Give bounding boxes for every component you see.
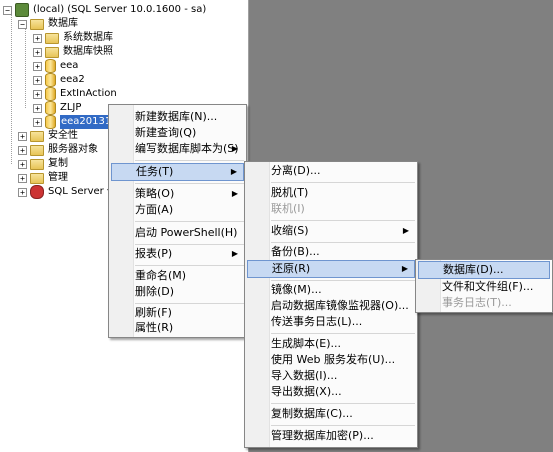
menu-separator	[271, 182, 415, 183]
expand-toggle[interactable]: +	[33, 47, 42, 57]
menu-item-backup[interactable]: 备份(B)...	[247, 243, 415, 261]
menu-item-tasks[interactable]: 任务(T) ▶	[111, 163, 244, 181]
system-databases-node[interactable]: + 系统数据库	[33, 31, 113, 45]
expand-toggle[interactable]: +	[33, 75, 42, 85]
folder-icon	[30, 172, 44, 184]
database-node-extinaction[interactable]: + ExtInAction	[33, 87, 117, 101]
menu-item-shrink[interactable]: 收缩(S) ▶	[247, 222, 415, 240]
database-icon	[45, 115, 56, 129]
databases-label: 数据库	[48, 18, 78, 29]
agent-icon	[30, 185, 44, 199]
database-node-eea2[interactable]: + eea2	[33, 73, 85, 87]
context-menu: 新建数据库(N)... 新建查询(Q) 编写数据库脚本为(S) ▶ 任务(T) ▶ …	[108, 104, 247, 338]
expand-toggle[interactable]: +	[33, 61, 42, 71]
expand-toggle[interactable]: +	[18, 145, 27, 155]
server-objects-node[interactable]: + 服务器对象	[18, 143, 98, 157]
server-icon	[15, 3, 29, 17]
menu-separator	[271, 220, 415, 221]
snapshots-label: 数据库快照	[63, 46, 113, 57]
submenu-arrow-icon: ▶	[401, 264, 408, 273]
menu-separator	[135, 183, 244, 184]
submenu-arrow-icon: ▶	[231, 249, 238, 258]
expand-toggle[interactable]: +	[33, 33, 42, 43]
expand-toggle[interactable]: +	[18, 173, 27, 183]
menu-separator	[135, 221, 244, 222]
menu-item-delete[interactable]: 删除(D)	[111, 283, 244, 301]
database-icon	[45, 101, 56, 115]
database-label: ZLJP	[60, 102, 82, 113]
menu-separator	[271, 403, 415, 404]
snapshots-node[interactable]: + 数据库快照	[33, 45, 113, 59]
folder-icon	[30, 18, 44, 30]
restore-submenu: 数据库(D)... 文件和文件组(F)... 事务日志(T)...	[415, 259, 553, 313]
menu-separator	[271, 425, 415, 426]
database-label: ExtInAction	[60, 88, 117, 99]
menu-item-powershell[interactable]: 启动 PowerShell(H)	[111, 224, 244, 242]
menu-separator	[271, 333, 415, 334]
replication-node[interactable]: + 复制	[18, 157, 68, 171]
tree-line	[11, 14, 12, 164]
agent-node[interactable]: + SQL Server 代	[18, 185, 117, 199]
menu-separator	[135, 160, 244, 161]
replication-label: 复制	[48, 158, 68, 169]
menu-item-detach[interactable]: 分离(D)...	[247, 162, 415, 180]
expand-toggle[interactable]: +	[18, 131, 27, 141]
database-icon	[45, 59, 56, 73]
agent-label: SQL Server 代	[48, 186, 117, 197]
submenu-arrow-icon: ▶	[230, 167, 237, 176]
folder-icon	[30, 130, 44, 142]
database-node-eea[interactable]: + eea	[33, 59, 78, 73]
menu-item-restore[interactable]: 还原(R) ▶	[247, 260, 415, 278]
expand-toggle[interactable]: +	[18, 187, 27, 197]
databases-node[interactable]: − 数据库	[18, 17, 78, 31]
menu-item-export-data[interactable]: 导出数据(X)...	[247, 383, 415, 401]
security-label: 安全性	[48, 130, 78, 141]
database-label: eea2	[60, 74, 85, 85]
folder-icon	[30, 144, 44, 156]
server-objects-label: 服务器对象	[48, 144, 98, 155]
folder-icon	[45, 46, 59, 58]
management-node[interactable]: + 管理	[18, 171, 68, 185]
menu-item-script-as[interactable]: 编写数据库脚本为(S) ▶	[111, 140, 244, 158]
database-label: eea	[60, 60, 79, 71]
system-databases-label: 系统数据库	[63, 32, 113, 43]
tree-line	[25, 28, 26, 108]
menu-item-restore-tx-log[interactable]: 事务日志(T)...	[418, 294, 550, 312]
database-icon	[45, 73, 56, 87]
expand-toggle[interactable]: +	[33, 89, 42, 99]
tasks-submenu: 分离(D)... 脱机(T) 联机(I) 收缩(S) ▶ 备份(B)... 还原(…	[244, 161, 418, 448]
database-icon	[45, 87, 56, 101]
server-node[interactable]: − (local) (SQL Server 10.0.1600 - sa)	[3, 3, 206, 17]
folder-icon	[30, 158, 44, 170]
folder-icon	[45, 32, 59, 44]
menu-item-reports[interactable]: 报表(P) ▶	[111, 245, 244, 263]
database-node-zljp[interactable]: + ZLJP	[33, 101, 81, 115]
menu-item-facets[interactable]: 方面(A)	[111, 201, 244, 219]
expand-toggle[interactable]: +	[33, 103, 42, 113]
expand-toggle[interactable]: +	[33, 117, 42, 127]
expand-toggle[interactable]: +	[18, 159, 27, 169]
collapse-toggle[interactable]: −	[18, 19, 27, 29]
security-node[interactable]: + 安全性	[18, 129, 78, 143]
menu-item-restore-database[interactable]: 数据库(D)...	[418, 261, 550, 279]
management-label: 管理	[48, 172, 68, 183]
server-label: (local) (SQL Server 10.0.1600 - sa)	[33, 4, 207, 15]
menu-item-online[interactable]: 联机(I)	[247, 200, 415, 218]
submenu-arrow-icon: ▶	[402, 226, 409, 235]
menu-separator	[135, 265, 244, 266]
menu-item-properties[interactable]: 属性(R)	[111, 319, 244, 337]
collapse-toggle[interactable]: −	[3, 5, 12, 15]
menu-item-copy-database[interactable]: 复制数据库(C)...	[247, 405, 415, 423]
submenu-arrow-icon: ▶	[231, 144, 238, 153]
menu-item-manage-encryption[interactable]: 管理数据库加密(P)...	[247, 427, 415, 445]
menu-item-log-shipping[interactable]: 传送事务日志(L)...	[247, 313, 415, 331]
